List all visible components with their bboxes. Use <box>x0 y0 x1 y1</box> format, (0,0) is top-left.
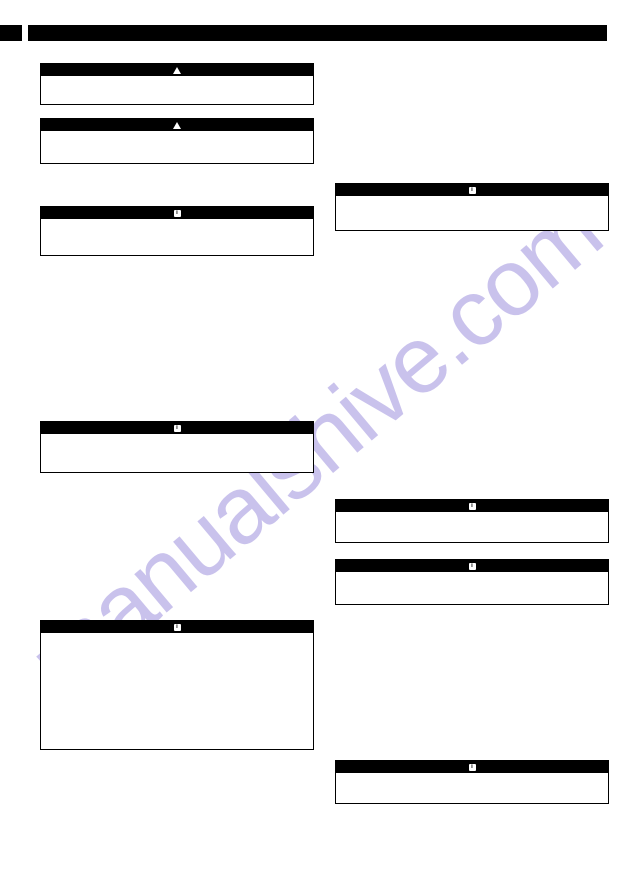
box-header: i <box>336 500 608 512</box>
info-box: i <box>40 206 314 256</box>
warning-box <box>40 63 314 105</box>
info-icon: i <box>174 210 181 217</box>
page-title-bar <box>28 25 607 41</box>
box-body <box>336 572 608 604</box>
info-box: i <box>335 183 609 231</box>
info-icon: i <box>469 503 476 510</box>
box-header <box>41 119 313 131</box>
info-box: i <box>335 559 609 605</box>
info-icon: i <box>469 187 476 194</box>
box-header: i <box>41 207 313 219</box>
info-box: i <box>335 499 609 543</box>
box-body <box>336 196 608 230</box>
box-header: i <box>336 560 608 572</box>
box-body <box>41 219 313 255</box>
info-icon: i <box>469 563 476 570</box>
info-box: i <box>40 620 314 750</box>
box-body <box>336 512 608 542</box>
warning-icon <box>173 122 181 129</box>
box-header: i <box>41 422 313 434</box>
info-box: i <box>335 760 609 804</box>
box-body <box>41 434 313 472</box>
box-body <box>336 773 608 803</box>
box-header: i <box>41 621 313 633</box>
info-icon: i <box>174 425 181 432</box>
warning-box <box>40 118 314 164</box>
box-body <box>41 131 313 163</box>
box-header <box>41 64 313 76</box>
warning-icon <box>173 67 181 74</box>
box-header: i <box>336 761 608 773</box>
info-box: i <box>40 421 314 473</box>
side-tab-marker <box>0 25 22 41</box>
manual-page: manualshive.com i i <box>0 0 629 893</box>
info-icon: i <box>469 764 476 771</box>
info-icon: i <box>174 624 181 631</box>
box-header: i <box>336 184 608 196</box>
box-body <box>41 633 313 749</box>
box-body <box>41 76 313 104</box>
